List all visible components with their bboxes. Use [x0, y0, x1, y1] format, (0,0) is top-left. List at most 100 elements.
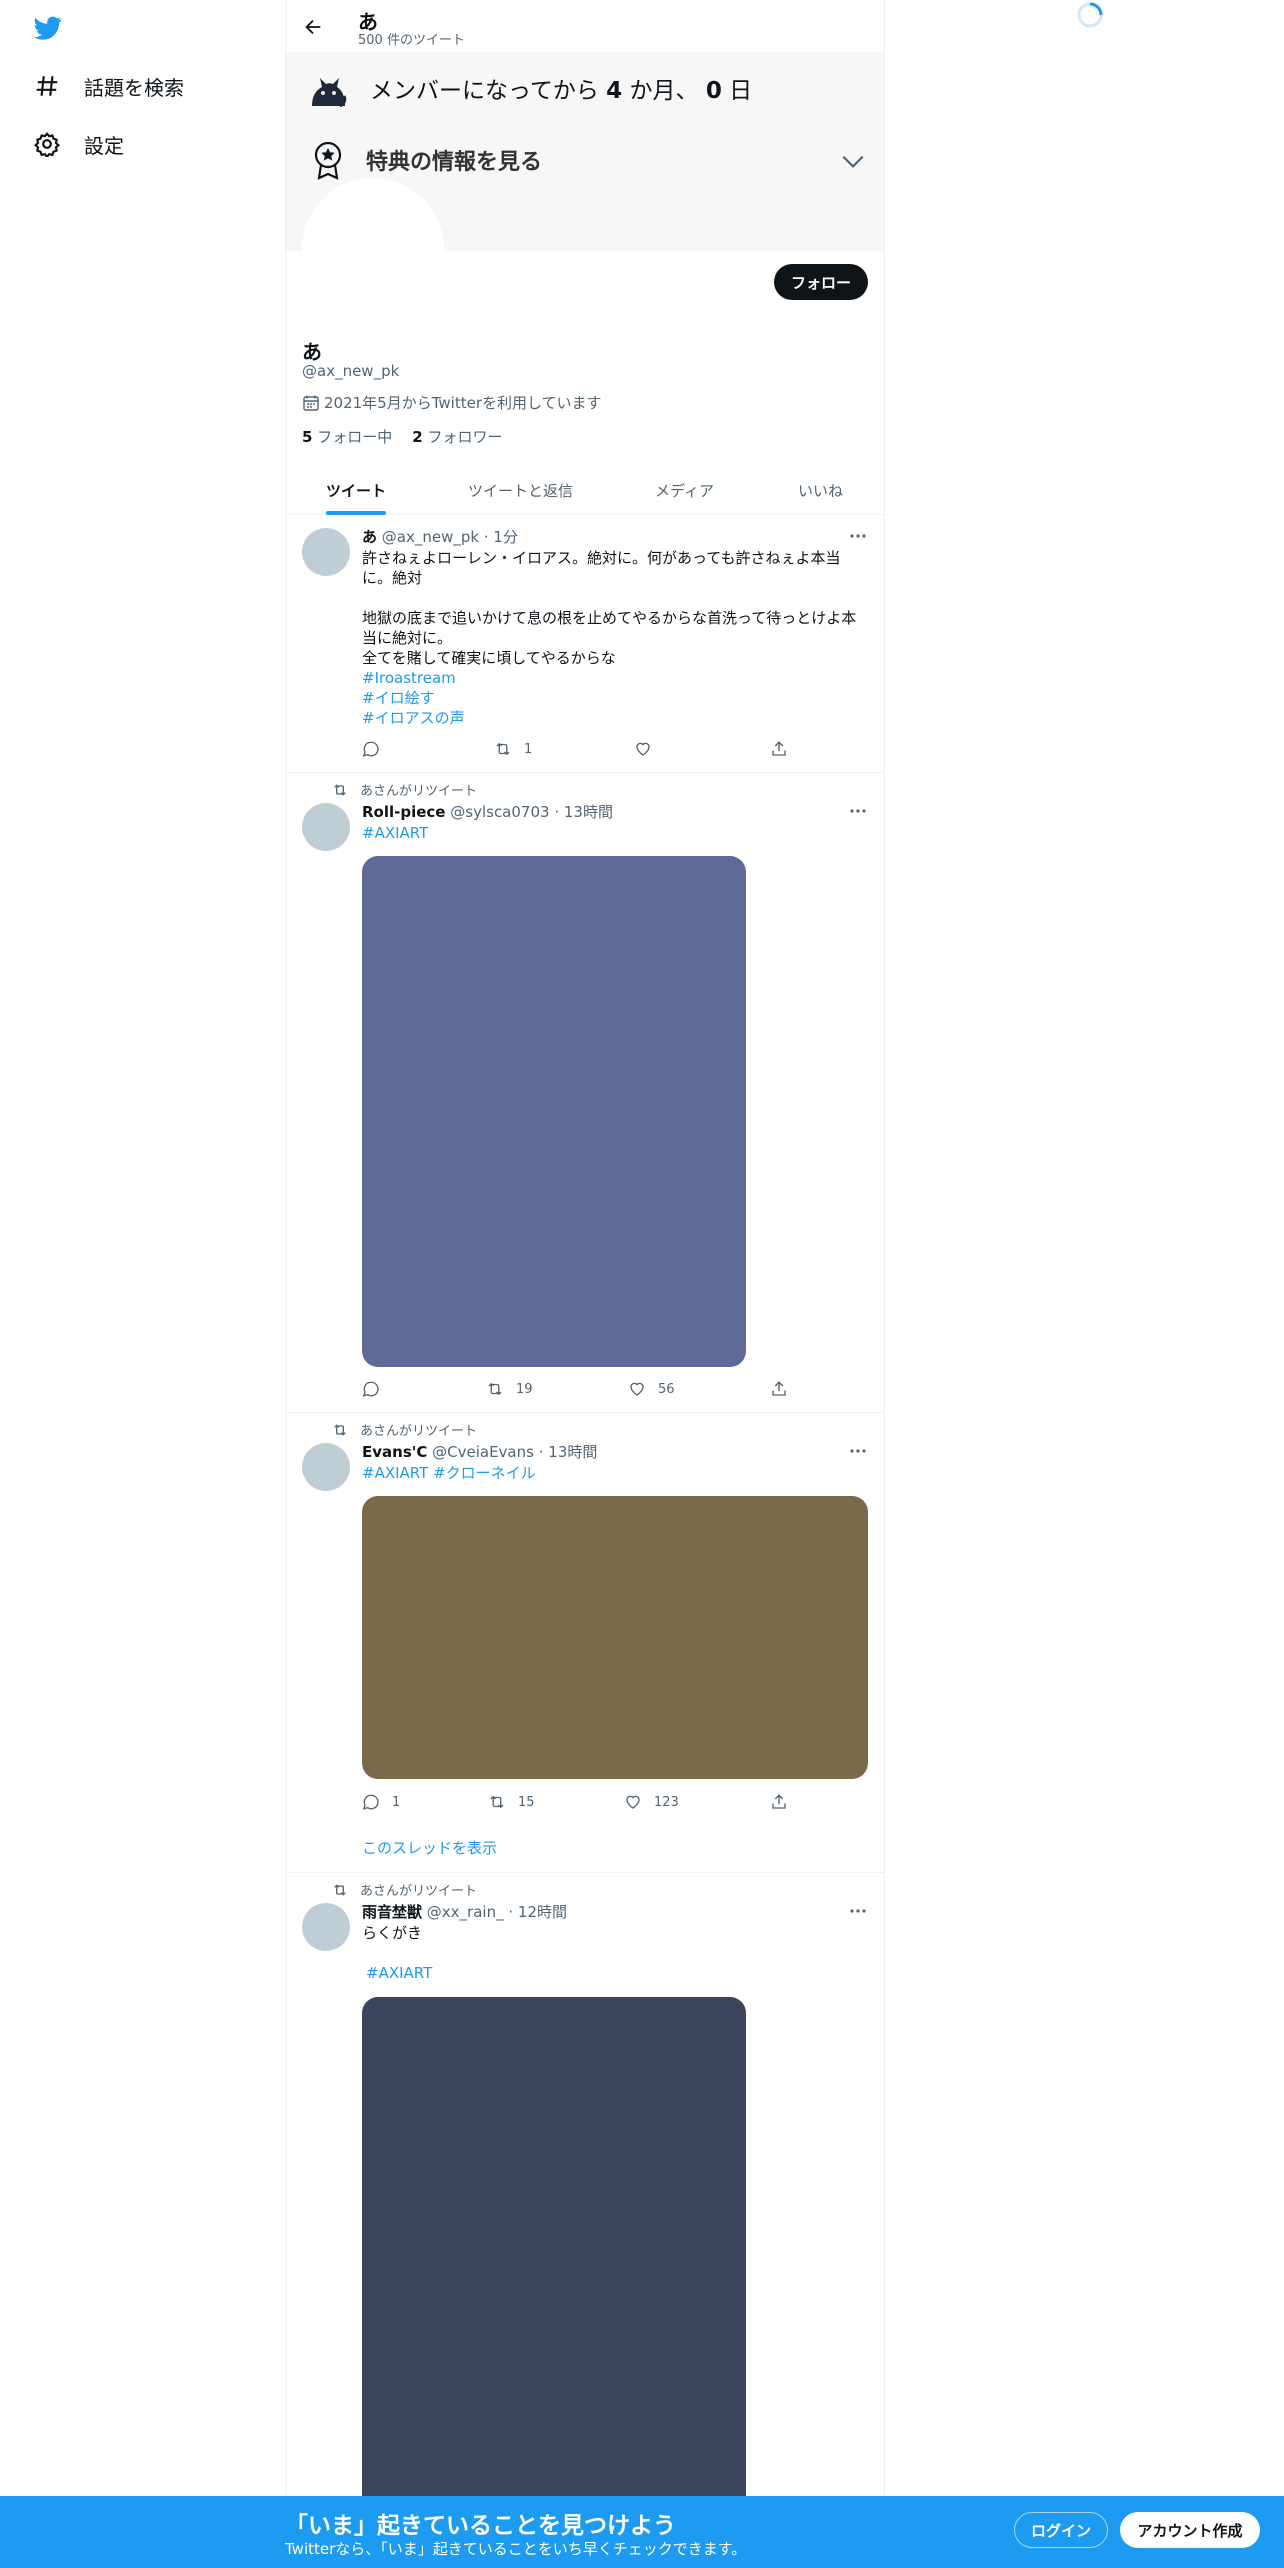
reply-icon: [362, 1794, 379, 1810]
retweet-button[interactable]: 1: [494, 740, 532, 758]
tab-likes[interactable]: いいね: [798, 465, 843, 515]
share-icon: [772, 741, 786, 756]
retweet-context: あさんがリツイート: [332, 1420, 477, 1439]
tweet-author-handle[interactable]: @CveiaEvans: [432, 1443, 534, 1461]
profile-name: あ: [302, 340, 322, 364]
tweet-count: 500 件のツイート: [358, 33, 465, 48]
tab-tweets-and-replies[interactable]: ツイートと返信: [468, 465, 573, 515]
more-options-icon[interactable]: [848, 801, 868, 821]
retweeted-by[interactable]: あさんがリツイート: [360, 1420, 477, 1439]
tweet-time[interactable]: 13時間: [564, 803, 613, 821]
avatar[interactable]: [302, 1443, 350, 1491]
main-column: あ 500 件のツイート メンバーになってから 4 か月、 0 日 特典の情報を…: [285, 0, 885, 2568]
hashtag-link[interactable]: #AXIART: [362, 823, 872, 843]
reply-button[interactable]: [362, 1380, 392, 1398]
tweet-author-name[interactable]: Roll-piece: [362, 803, 445, 821]
more-options-icon[interactable]: [848, 1901, 868, 1921]
tweet-author-handle[interactable]: @sylsca0703: [450, 803, 549, 821]
tweet-line: らくがき: [362, 1924, 423, 1942]
retweet-button[interactable]: 19: [486, 1380, 533, 1398]
loading-spinner-icon: [1075, 0, 1105, 30]
following-link[interactable]: 5 フォロー中: [302, 426, 392, 447]
more-options-icon[interactable]: [848, 526, 868, 546]
member-prefix: メンバーになってから: [370, 78, 599, 104]
hashtag-link[interactable]: #AXIART: [362, 1963, 872, 1983]
tweet[interactable]: あさんがリツイート Roll-piece @sylsca0703 · 13時間 …: [286, 773, 884, 1413]
share-button[interactable]: [770, 1793, 800, 1811]
retweet-icon: [488, 1382, 502, 1396]
heart-icon: [630, 1382, 644, 1396]
profile-avatar[interactable]: [302, 178, 444, 320]
member-month-unit: か月、: [629, 78, 699, 104]
banner-subtitle: Twitterなら、「いま」起きていることをいち早くチェックできます。: [285, 2540, 747, 2558]
avatar[interactable]: [302, 528, 350, 576]
tweet[interactable]: あ @ax_new_pk · 1分 許さねぇよローレン・イロアス。絶対に。何があ…: [286, 516, 884, 773]
retweet-button[interactable]: 15: [488, 1793, 535, 1811]
twitter-bird-icon[interactable]: [32, 14, 64, 42]
signup-button[interactable]: アカウント作成: [1120, 2512, 1260, 2548]
sidebar-item-label: 話題を検索: [84, 75, 184, 100]
tweet-text: #AXIART #クローネイル: [362, 1463, 872, 1483]
heart-icon: [626, 1795, 640, 1809]
tab-tweets[interactable]: ツイート: [326, 465, 386, 515]
tweet-author-handle[interactable]: @ax_new_pk: [382, 528, 479, 546]
retweet-icon: [490, 1795, 504, 1809]
tweet-author-name[interactable]: あ: [362, 528, 377, 546]
tweet-time[interactable]: 13時間: [548, 1443, 597, 1461]
avatar[interactable]: [302, 803, 350, 851]
avatar[interactable]: [302, 1903, 350, 1951]
reply-button[interactable]: [362, 740, 392, 758]
hashtag-link[interactable]: #イロアスの声: [362, 708, 872, 728]
hashtag-link[interactable]: #イロ絵す: [362, 688, 872, 708]
tweet-image[interactable]: [362, 856, 746, 1367]
perks-toggle[interactable]: 特典の情報を見る: [310, 132, 870, 188]
tweet-time[interactable]: 12時間: [518, 1903, 567, 1921]
tweet-image[interactable]: [362, 1496, 868, 1779]
heart-icon: [636, 742, 650, 756]
tweet-author-name[interactable]: 雨音埜獣: [362, 1903, 422, 1921]
perks-label: 特典の情報を見る: [366, 150, 543, 175]
more-options-icon[interactable]: [848, 1441, 868, 1461]
followers-link[interactable]: 2 フォロワー: [412, 426, 502, 447]
award-badge-icon: [310, 140, 346, 180]
login-button[interactable]: ログイン: [1014, 2512, 1108, 2548]
hashtag-link[interactable]: #AXIART: [362, 1464, 428, 1482]
profile-header-bar: あ 500 件のツイート: [286, 0, 884, 52]
back-arrow-icon[interactable]: [302, 16, 324, 38]
tweet-actions: 19 56: [362, 1380, 792, 1400]
tweet-line: 当に絶対に。: [362, 629, 453, 647]
reply-button[interactable]: 1: [362, 1793, 400, 1811]
member-days: 0: [705, 78, 722, 104]
tweet-author-handle[interactable]: @xx_rain_: [427, 1903, 504, 1921]
share-button[interactable]: [770, 1380, 800, 1398]
tweet-image[interactable]: [362, 1997, 746, 2517]
following-label: フォロー中: [317, 428, 393, 446]
like-button[interactable]: 56: [628, 1380, 675, 1398]
tweet[interactable]: あさんがリツイート Evans'C @CveiaEvans · 13時間 #AX…: [286, 1413, 884, 1873]
tweet-author-name[interactable]: Evans'C: [362, 1443, 427, 1461]
tweet[interactable]: あさんがリツイート 雨音埜獣 @xx_rain_ · 12時間 らくがき #AX…: [286, 1873, 884, 2517]
profile-joined: 2021年5月からTwitterを利用しています: [302, 392, 602, 413]
tweet-line: 許さねぇよローレン・イロアス。絶対に。何があっても許さねぇよ本当: [362, 549, 841, 567]
profile-handle: @ax_new_pk: [302, 362, 400, 380]
like-button[interactable]: [634, 740, 664, 758]
retweet-context: あさんがリツイート: [332, 1880, 477, 1899]
retweeted-by[interactable]: あさんがリツイート: [360, 1880, 477, 1899]
like-count: 56: [658, 1381, 675, 1397]
sidebar-item-settings[interactable]: 設定: [34, 126, 124, 162]
tweet-text: 許さねぇよローレン・イロアス。絶対に。何があっても許さねぇよ本当 に。絶対 地獄…: [362, 548, 872, 728]
share-button[interactable]: [770, 740, 800, 758]
show-thread-link[interactable]: このスレッドを表示: [362, 1837, 497, 1858]
sidebar-item-explore[interactable]: 話題を検索: [34, 68, 184, 104]
hashtag-link[interactable]: #クローネイル: [433, 1464, 536, 1482]
retweet-icon: [332, 782, 348, 798]
follow-button[interactable]: フォロー: [774, 264, 868, 300]
retweet-count: 19: [516, 1381, 533, 1397]
tab-media[interactable]: メディア: [655, 465, 714, 515]
tweet-text: らくがき #AXIART: [362, 1923, 872, 1983]
following-count: 5: [302, 428, 313, 446]
retweeted-by[interactable]: あさんがリツイート: [360, 780, 477, 799]
like-button[interactable]: 123: [624, 1793, 679, 1811]
tweet-time[interactable]: 1分: [493, 528, 518, 546]
hashtag-link[interactable]: #Iroastream: [362, 668, 872, 688]
